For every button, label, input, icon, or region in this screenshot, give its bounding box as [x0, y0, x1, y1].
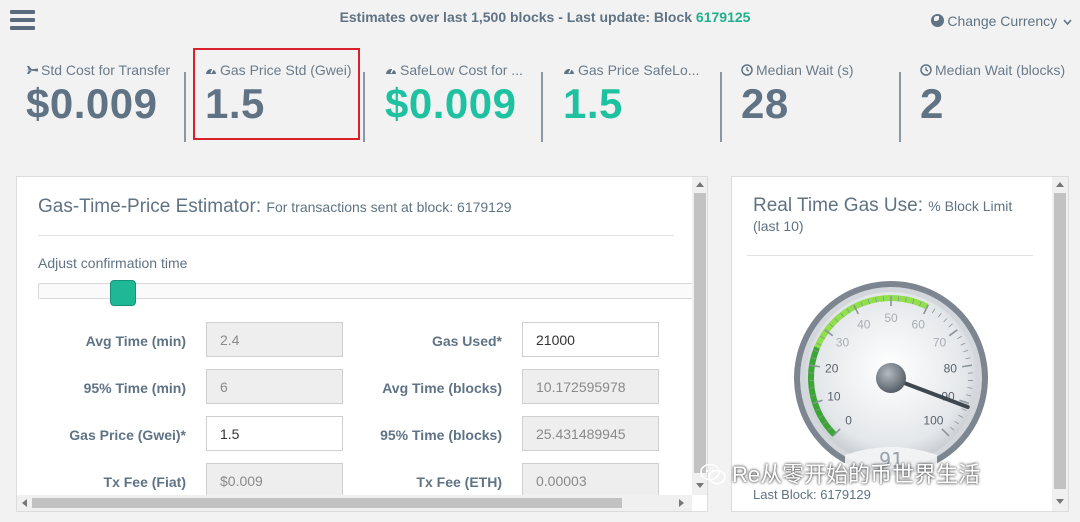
- gas-price-input[interactable]: 1.5: [206, 416, 343, 451]
- adjust-confirmation-label: Adjust confirmation time: [38, 255, 188, 271]
- tx-fee-fiat-field: $0.009: [206, 463, 343, 498]
- title-block-number: 6179125: [695, 9, 751, 25]
- change-currency-label: Change Currency: [947, 13, 1058, 29]
- divider: [541, 72, 543, 142]
- wechat-icon: [700, 463, 726, 485]
- divider: [899, 72, 901, 142]
- gas-used-input[interactable]: 21000: [522, 322, 659, 357]
- watermark: Re从零开始的币世界生活: [700, 457, 980, 489]
- gauge-tick-label: 70: [933, 336, 947, 350]
- estimator-title: Gas-Time-Price Estimator: For transactio…: [38, 196, 512, 218]
- stat-label: SafeLow Cost for ...: [400, 62, 523, 78]
- stat-label: Gas Price SafeLo...: [578, 62, 700, 78]
- change-currency-button[interactable]: Change Currency: [931, 13, 1072, 29]
- page-title: Estimates over last 1,500 blocks - Last …: [0, 9, 1080, 25]
- gauge-tick-label: 20: [825, 362, 839, 376]
- stat-median-wait-s: Median Wait (s) 28: [741, 62, 891, 128]
- gauge-tick-label: 50: [884, 311, 898, 325]
- divider: [184, 72, 186, 142]
- scrollbar-thumb[interactable]: [32, 498, 622, 508]
- vertical-scrollbar[interactable]: [1052, 177, 1068, 511]
- tx-fee-eth-label: Tx Fee (ETH): [416, 474, 502, 490]
- stat-median-wait-blocks: Median Wait (blocks) 2: [920, 62, 1070, 128]
- stat-label: Median Wait (s): [756, 62, 854, 78]
- stat-value: $0.009: [26, 80, 158, 127]
- divider: [747, 255, 1033, 256]
- scroll-down-icon[interactable]: [1056, 499, 1064, 504]
- scroll-up-icon[interactable]: [696, 182, 704, 187]
- gas-price-label: Gas Price (Gwei)*: [69, 427, 186, 443]
- gauge-tick-label: 40: [857, 318, 871, 332]
- stat-value: 1.5: [563, 80, 623, 127]
- gauge-tick-label: 10: [827, 390, 841, 404]
- watermark-text: Re从零开始的币世界生活: [732, 462, 981, 487]
- tx-fee-eth-field: 0.00003: [522, 463, 659, 498]
- chevron-down-icon: [1063, 19, 1072, 26]
- gauge-tick-label: 60: [912, 318, 926, 332]
- estimator-subtitle: For transactions sent at block: 6179129: [266, 199, 512, 215]
- top-bar: Estimates over last 1,500 blocks - Last …: [0, 0, 1080, 44]
- horizontal-scrollbar[interactable]: [17, 495, 692, 511]
- last-block-label: Last Block: 6179129: [753, 487, 871, 502]
- divider: [38, 235, 674, 236]
- p95-time-blocks-field: 25.431489945: [522, 416, 659, 451]
- stat-safelow-cost: SafeLow Cost for ... $0.009: [385, 62, 533, 128]
- clock-icon: [741, 64, 753, 76]
- scroll-up-icon[interactable]: [1056, 182, 1064, 187]
- gauge-tick-label: 100: [923, 413, 943, 427]
- avg-time-min-field: 2.4: [206, 322, 343, 357]
- avg-time-min-label: Avg Time (min): [85, 333, 186, 349]
- scroll-left-icon[interactable]: [22, 499, 27, 507]
- stat-value: 2: [920, 80, 944, 127]
- stat-value: 28: [741, 80, 789, 127]
- scroll-right-icon[interactable]: [679, 499, 684, 507]
- avg-time-blocks-field: 10.172595978: [522, 369, 659, 404]
- scrollbar-thumb[interactable]: [694, 193, 706, 473]
- vertical-scrollbar[interactable]: [692, 177, 707, 495]
- tx-fee-fiat-label: Tx Fee (Fiat): [103, 474, 186, 490]
- divider: [720, 72, 722, 142]
- gas-used-label: Gas Used*: [431, 333, 502, 349]
- p95-time-blocks-label: 95% Time (blocks): [380, 427, 502, 443]
- stat-label: Median Wait (blocks): [935, 62, 1066, 78]
- tachometer-icon: [564, 68, 574, 74]
- tachometer-icon: [386, 68, 396, 74]
- globe-icon: [931, 14, 945, 27]
- gauge-tick-label: 30: [836, 336, 850, 350]
- scrollbar-thumb[interactable]: [1054, 193, 1066, 489]
- estimator-panel: Gas-Time-Price Estimator: For transactio…: [16, 176, 708, 512]
- plane-icon: [26, 66, 38, 74]
- slider-handle[interactable]: [110, 280, 136, 306]
- title-prefix: Estimates over last 1,500 blocks - Last …: [339, 9, 696, 25]
- p95-time-min-label: 95% Time (min): [83, 380, 186, 396]
- clock-icon: [920, 64, 932, 76]
- stat-std-cost: Std Cost for Transfer $0.009: [26, 62, 178, 128]
- realtime-title-text: Real Time Gas Use:: [753, 195, 923, 216]
- gauge-tick-label: 80: [944, 362, 958, 376]
- gauge-tick-label: 0: [845, 413, 852, 427]
- avg-time-blocks-label: Avg Time (blocks): [382, 380, 502, 396]
- gauge-hub: [876, 363, 906, 393]
- stat-label: Std Cost for Transfer: [41, 62, 171, 78]
- gas-use-gauge: 010203040 50 60708090100 91: [794, 281, 988, 476]
- divider: [363, 72, 365, 142]
- stat-value: $0.009: [385, 80, 517, 127]
- confirmation-time-slider[interactable]: [38, 283, 698, 299]
- highlight-box: [193, 48, 360, 140]
- stat-gas-price-safelow: Gas Price SafeLo... 1.5: [563, 62, 711, 128]
- realtime-title: Real Time Gas Use: % Block Limit (last 1…: [753, 196, 1033, 236]
- p95-time-min-field: 6: [206, 369, 343, 404]
- estimator-title-text: Gas-Time-Price Estimator:: [38, 196, 262, 217]
